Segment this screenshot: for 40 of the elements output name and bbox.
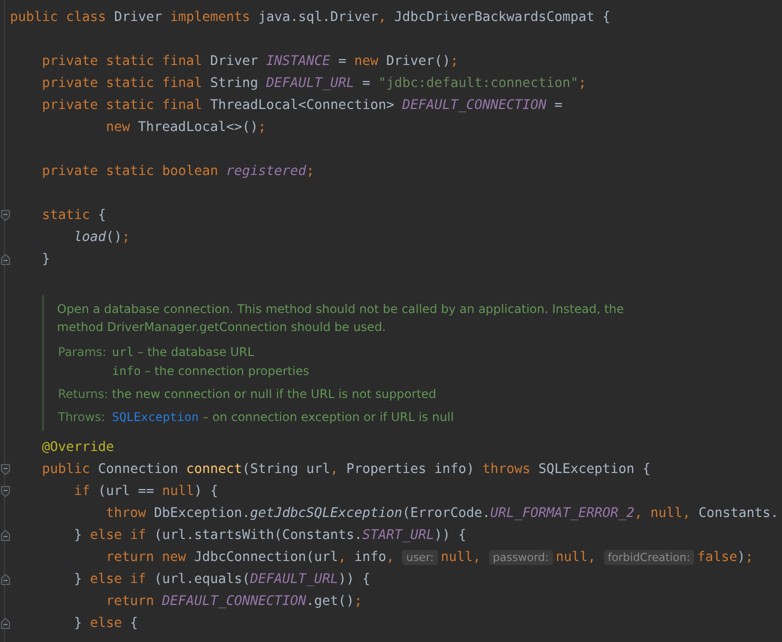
- code-text: } else {: [74, 616, 138, 630]
- code-text: false);: [697, 550, 754, 564]
- inlay-hint: password:: [488, 550, 553, 564]
- doc-tag-label: Throws:: [58, 409, 106, 426]
- code-text: public class Driver implements java.sql.Driver, JdbcDriverBackwardsCompat {: [10, 10, 610, 24]
- fold-icon[interactable]: [0, 254, 10, 264]
- code-text: load();: [74, 230, 130, 244]
- code-text: if (url == null) {: [74, 484, 218, 498]
- code-text: return DEFAULT_CONNECTION.get();: [106, 594, 362, 608]
- code-text: throw DbException.getJdbcSQLException(ErrorCode.URL_FORMAT_ERROR_2, null, Constants.: [106, 506, 779, 520]
- fold-icon[interactable]: [0, 530, 10, 540]
- code-text: private static final Driver INSTANCE = new Driver();: [42, 54, 458, 68]
- code-text: } else if (url.startsWith(Constants.START_URL)) {: [74, 528, 466, 542]
- inlay-hint: forbidCreation:: [604, 550, 694, 564]
- code-text: static {: [42, 208, 106, 222]
- code-text: private static boolean registered;: [42, 164, 314, 178]
- throws-description: – on connection exception or if URL is null: [202, 409, 454, 426]
- param-description: info – the connection properties: [112, 363, 310, 380]
- fold-icon[interactable]: [0, 486, 10, 496]
- doc-description: Open a database connection. This method should not be called by an application. Instead, the method DriverManager.getConnection should be used.: [57, 301, 625, 336]
- fold-icon[interactable]: [0, 618, 10, 628]
- fold-icon[interactable]: [0, 574, 10, 584]
- code-text: null,: [440, 550, 482, 564]
- fold-icon[interactable]: [0, 464, 10, 474]
- exception-link[interactable]: SQLException: [112, 408, 199, 427]
- code-text: } else if (url.equals(DEFAULT_URL)) {: [74, 572, 370, 586]
- doc-tag-label: Returns:: [58, 386, 108, 403]
- code-text: private static final String DEFAULT_URL = "jdbc:default:connection";: [42, 76, 586, 90]
- code-text: public Connection connect(String url, Properties info) throws SQLException {: [42, 462, 650, 476]
- fold-icon[interactable]: [0, 210, 10, 220]
- inlay-hint: user:: [402, 550, 438, 564]
- param-description: url – the database URL: [112, 344, 256, 361]
- code-text: @Override: [42, 440, 114, 454]
- code-text: new ThreadLocal<>();: [106, 120, 266, 134]
- code-text: return new JdbcConnection(url, info,: [106, 550, 396, 564]
- doc-tag-label: Params:: [58, 344, 106, 361]
- code-text: null,: [556, 550, 597, 564]
- code-text: }: [42, 252, 50, 266]
- code-text: private static final ThreadLocal<Connection> DEFAULT_CONNECTION =: [42, 98, 562, 112]
- returns-description: the new connection or null if the URL is not supported: [112, 386, 436, 403]
